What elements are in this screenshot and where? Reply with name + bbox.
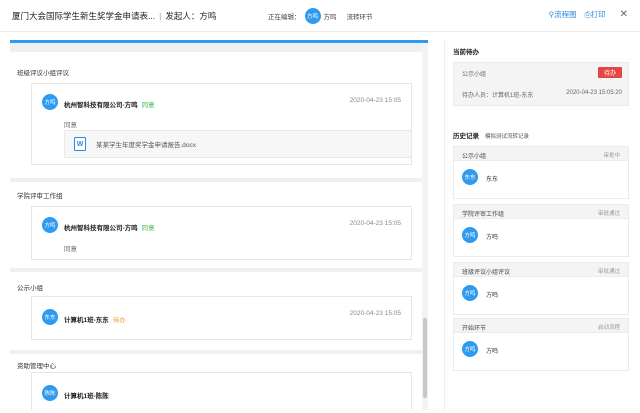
scrollbar-thumb[interactable] [423,318,427,398]
history-title-text: 历史记录 [453,133,479,140]
avatar: 方鸣 [304,8,321,24]
section-title: 资助管理中心 [17,363,56,370]
history-person: 东东 [486,177,499,183]
form-title-text: 厦门大会国际学生新生奖学金申请表... [12,11,156,21]
section-class-review: 班级评议小组评议 方鸣 杭州智科技有限公司-方鸣 同意 2020-04-23 15… [10,52,422,178]
history-node: 班级评议小组评议 [462,270,511,276]
form-title: 厦门大会国际学生新生奖学金申请表... | 发起人：方鸣 [12,10,216,22]
approval-card: 陈陈 计算机1班-陈陈 [31,372,412,410]
history-item: 班级评议小组评议 审批通过 方鸣 方鸣 [453,262,629,315]
close-icon[interactable]: ✕ [620,9,628,20]
history-item: 开始环节 启动流程 方鸣 方鸣 [453,318,629,371]
flow-step-link[interactable]: 流转环节 [347,11,373,21]
section-college-review: 学院评审工作组 方鸣 杭州智科技有限公司-方鸣 同意 2020-04-23 15:… [10,182,422,268]
approval-card: 方鸣 杭州智科技有限公司-方鸣 同意 2020-04-23 15:05 同意 [31,206,412,260]
print-button[interactable]: ⎙打印 [585,9,606,20]
avatar: 方鸣 [42,94,58,110]
history-item: 公示小组 审批中 东东 东东 [453,146,629,199]
approver-name: 计算机1班-陈陈 [64,390,109,400]
approver-name: 杭州智科技有限公司-方鸣 同意 [64,222,155,232]
section-title: 学院评审工作组 [17,193,63,200]
history-item: 学院评审工作组 审批通过 方鸣 方鸣 [453,204,629,257]
approver-name: 杭州智科技有限公司-方鸣 同意 [64,99,155,109]
pending-assignee: 待办人员：计算机1班-东东 [462,93,534,99]
editing-label: 正在编辑： [268,14,301,21]
attachment[interactable]: W 某某学生年度奖学金申请报告.docx [64,130,412,158]
approval-time: 2020-04-23 15:05 [349,220,401,227]
approver-name: 计算机1班-东东 待办 [64,314,126,324]
history-item-head: 班级评议小组评议 审批通过 [454,263,628,277]
approval-comment: 同意 [64,122,77,129]
avatar: 东东 [462,169,478,185]
flowchart-label: 流程图 [554,10,577,19]
approver-name-text: 杭州智科技有限公司-方鸣 [64,102,138,109]
history-state: 审批中 [603,153,620,159]
history-node: 公示小组 [462,154,487,160]
scrollbar[interactable] [422,43,428,410]
approval-card: 方鸣 杭州智科技有限公司-方鸣 同意 2020-04-23 15:05 同意 W … [31,83,412,165]
approval-time: 2020-04-23 15:05 [349,310,401,317]
top-bar: 厦门大会国际学生新生奖学金申请表... | 发起人：方鸣 正在编辑： 方鸣 方鸣 流… [0,0,640,32]
editing-user: 方鸣 [323,14,337,21]
history-state: 启动流程 [597,325,620,331]
section-funding-center: 资助管理中心 陈陈 计算机1班-陈陈 [10,354,422,410]
toolbar-actions: ⚲流程图 ⎙打印 ✕ [549,9,628,20]
flowchart-button[interactable]: ⚲流程图 [549,9,577,20]
attachment-filename: 某某学生年度奖学金申请报告.docx [96,142,197,149]
history-item-head: 公示小组 审批中 [454,147,628,161]
initiator-label: 发起人：方鸣 [165,11,217,21]
history-item-head: 学院评审工作组 审批通过 [454,205,628,219]
approval-card: 东东 计算机1班-东东 待办 2020-04-23 15:05 [31,296,412,340]
flow-sidebar: 当前待办 公示小组 待办 待办人员：计算机1班-东东 2020-04-23 15… [444,40,634,410]
history-state: 审批通过 [597,269,620,275]
avatar: 陈陈 [42,385,58,401]
word-doc-icon: W [74,137,86,151]
status-badge: 待办 [598,67,622,78]
approval-comment: 同意 [64,246,77,253]
pending-time: 2020-04-23 15:05:20 [566,90,622,96]
history-person: 方鸣 [486,235,499,241]
section-title: 公示小组 [17,285,43,292]
avatar: 方鸣 [462,227,478,243]
title-separator: | [159,11,162,21]
pending-card: 公示小组 待办 待办人员：计算机1班-东东 2020-04-23 15:05:2… [453,62,629,106]
history-person: 方鸣 [486,293,499,299]
section-publicity-group: 公示小组 东东 计算机1班-东东 待办 2020-04-23 15:05 [10,272,422,350]
status-badge: 同意 [141,102,155,109]
history-node: 学院评审工作组 [462,212,505,218]
avatar: 方鸣 [462,341,478,357]
history-node: 开始环节 [462,326,487,332]
history-title: 历史记录 模拟测试流转记录 [453,130,529,140]
status-badge: 同意 [141,225,155,232]
history-state: 审批通过 [597,211,620,217]
approval-time: 2020-04-23 15:05 [349,97,401,104]
history-subtitle: 模拟测试流转记录 [485,134,530,140]
avatar: 东东 [42,309,58,325]
print-label: 打印 [590,10,606,19]
approver-name-text: 计算机1班-东东 [64,317,109,324]
avatar: 方鸣 [462,285,478,301]
history-item-head: 开始环节 启动流程 [454,319,628,333]
progress-bar [10,40,428,43]
approver-name-text: 杭州智科技有限公司-方鸣 [64,225,138,232]
section-title: 班级评议小组评议 [17,70,69,77]
currently-editing: 正在编辑： 方鸣 方鸣 流转环节 [268,8,373,24]
pending-title: 当前待办 [453,49,479,56]
history-person: 方鸣 [486,349,499,355]
avatar: 方鸣 [42,217,58,233]
approver-name-text: 计算机1班-陈陈 [64,393,109,400]
approval-panel: 班级评议小组评议 方鸣 杭州智科技有限公司-方鸣 同意 2020-04-23 15… [10,40,428,410]
pending-node: 公示小组 [462,72,487,78]
status-badge: 待办 [112,317,126,324]
